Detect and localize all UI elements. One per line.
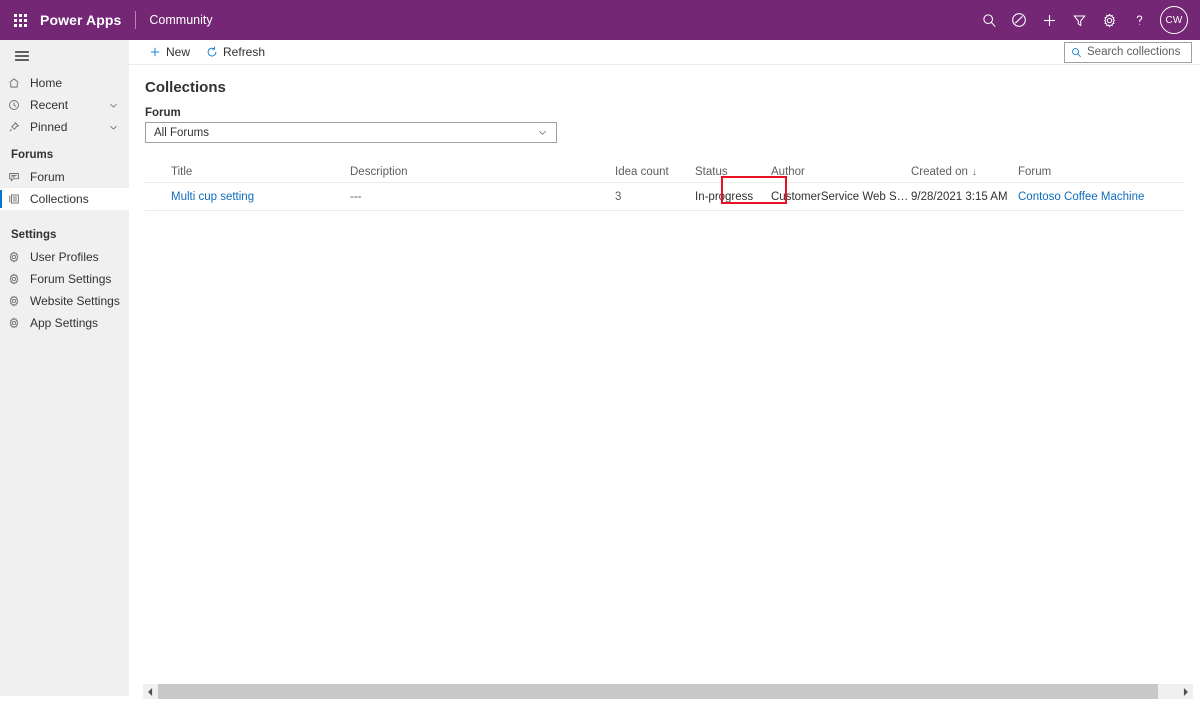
column-header-status[interactable]: Status <box>695 166 771 178</box>
top-navigation-bar: Power Apps Community CW <box>0 0 1200 40</box>
topbar-actions: CW <box>974 0 1200 40</box>
search-icon[interactable] <box>974 0 1004 40</box>
cell-title: Multi cup setting <box>145 191 350 203</box>
column-header-title[interactable]: Title <box>145 166 350 178</box>
column-header-created-on[interactable]: Created on ↓ <box>911 166 1018 178</box>
forum-filter-dropdown[interactable]: All Forums <box>145 122 557 143</box>
waffle-grid-icon <box>13 13 27 27</box>
column-header-idea-count[interactable]: Idea count <box>615 166 695 178</box>
gear-icon <box>8 295 30 307</box>
sidebar-group-settings: Settings <box>11 229 57 241</box>
sidebar-item-label: App Settings <box>30 316 99 330</box>
plus-icon <box>149 46 161 58</box>
cell-author: CustomerService Web Staging <box>771 190 911 203</box>
cell-description: --- <box>350 190 362 203</box>
page-title: Collections <box>145 79 226 96</box>
gear-icon[interactable] <box>1094 0 1124 40</box>
forum-link[interactable]: Contoso Coffee Machine <box>1018 191 1144 203</box>
new-button-label: New <box>166 45 191 59</box>
pin-icon <box>8 121 30 133</box>
sidebar-item-label: Website Settings <box>30 294 120 308</box>
column-header-created-on-label: Created on <box>911 165 968 178</box>
cell-forum: Contoso Coffee Machine <box>1018 191 1178 203</box>
forum-filter-label: Forum <box>145 107 181 119</box>
gear-icon <box>8 273 30 285</box>
new-button[interactable]: New <box>141 40 198 65</box>
list-icon <box>8 193 30 205</box>
suite-name[interactable]: Community <box>149 13 212 27</box>
sidebar-item-label: User Profiles <box>30 250 99 264</box>
filter-icon[interactable] <box>1064 0 1094 40</box>
clock-icon <box>8 99 30 111</box>
chevron-down-icon[interactable] <box>108 100 119 111</box>
home-icon <box>8 77 30 89</box>
gear-icon <box>8 317 30 329</box>
collection-title-link[interactable]: Multi cup setting <box>171 191 254 203</box>
sidebar-item-pinned[interactable]: Pinned <box>0 116 129 138</box>
refresh-button-label: Refresh <box>223 45 266 59</box>
command-bar: New Refresh <box>129 40 1200 65</box>
column-header-author[interactable]: Author <box>771 166 911 178</box>
sidebar-item-label: Recent <box>30 98 69 112</box>
sidebar-item-label: Collections <box>30 192 89 206</box>
brand-separator <box>135 11 137 29</box>
caret-right-icon[interactable] <box>1178 684 1193 699</box>
search-input[interactable] <box>1087 46 1185 58</box>
collections-grid: Title Description Idea count Status Auth… <box>129 161 1200 211</box>
sidebar-item-label: Pinned <box>30 120 68 134</box>
horizontal-scrollbar[interactable] <box>143 684 1193 699</box>
sidebar-item-recent[interactable]: Recent <box>0 94 129 116</box>
sidebar-item-website-settings[interactable]: Website Settings <box>0 290 129 312</box>
column-header-description[interactable]: Description <box>350 166 615 178</box>
brand-title[interactable]: Power Apps <box>40 12 121 28</box>
sidebar-item-collections[interactable]: Collections <box>0 188 129 210</box>
caret-left-icon[interactable] <box>143 684 158 699</box>
avatar[interactable]: CW <box>1160 6 1188 34</box>
cell-status: In-progress <box>695 190 754 203</box>
gear-icon <box>8 251 30 263</box>
help-icon[interactable] <box>1124 0 1154 40</box>
sidebar-item-label: Home <box>30 76 63 90</box>
scrollbar-thumb[interactable] <box>158 684 1158 699</box>
sidebar-item-forum-settings[interactable]: Forum Settings <box>0 268 129 290</box>
hamburger-icon[interactable] <box>0 46 44 66</box>
plus-icon[interactable] <box>1034 0 1064 40</box>
sidebar-item-user-profiles[interactable]: User Profiles <box>0 246 129 268</box>
grid-header-row: Title Description Idea count Status Auth… <box>145 161 1184 183</box>
sidebar-group-forums: Forums <box>11 149 54 161</box>
table-row[interactable]: Multi cup setting --- 3 In-progress Cust… <box>145 183 1184 211</box>
chevron-down-icon[interactable] <box>108 122 119 133</box>
sidebar-item-forum[interactable]: Forum <box>0 166 129 188</box>
assistant-icon[interactable] <box>1004 0 1034 40</box>
sidebar-item-home[interactable]: Home <box>0 72 129 94</box>
sidebar-item-app-settings[interactable]: App Settings <box>0 312 129 334</box>
cell-idea-count: 3 <box>615 190 622 203</box>
sidebar-item-label: Forum Settings <box>30 272 112 286</box>
forum-filter-value: All Forums <box>154 126 209 139</box>
refresh-icon <box>206 46 218 58</box>
search-collections-box[interactable] <box>1064 41 1192 63</box>
main-content: Collections Forum All Forums Title Descr… <box>129 65 1200 680</box>
refresh-button[interactable]: Refresh <box>198 40 273 65</box>
sidebar-navigation: Home Recent Pinned Forums Forum Collecti… <box>0 40 129 696</box>
cell-created-on: 9/28/2021 3:15 AM <box>911 190 1008 203</box>
comment-icon <box>8 171 30 183</box>
sort-descending-icon: ↓ <box>971 166 977 178</box>
chevron-down-icon <box>537 127 548 138</box>
app-root: Power Apps Community CW Home Recent Pinn… <box>0 0 1200 704</box>
column-header-forum[interactable]: Forum <box>1018 166 1178 178</box>
search-icon <box>1071 47 1082 58</box>
scrollbar-track[interactable] <box>158 684 1178 699</box>
sidebar-item-label: Forum <box>30 170 65 184</box>
app-launcher-button[interactable] <box>0 0 40 40</box>
